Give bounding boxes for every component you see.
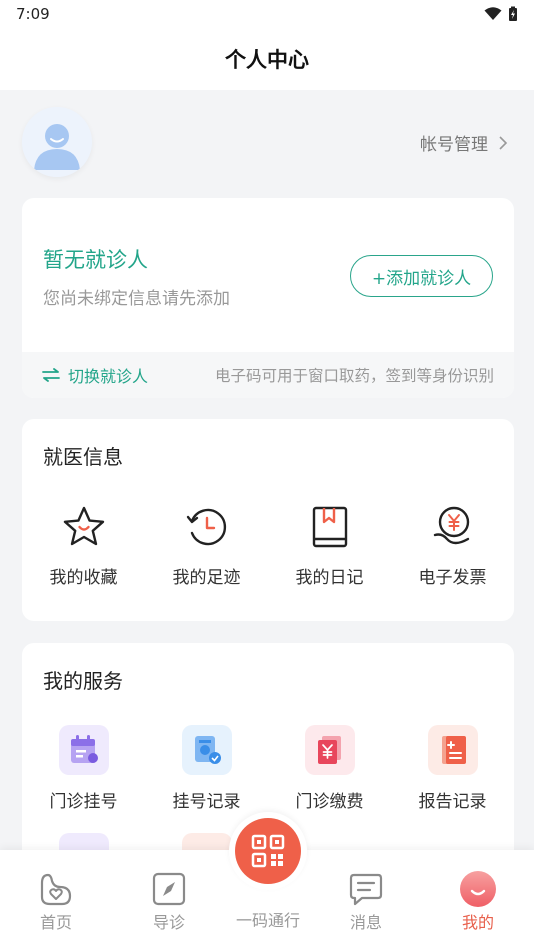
avatar-person-icon — [22, 107, 92, 177]
wifi-icon — [484, 7, 502, 20]
medical-info-grid: 我的收藏 我的足迹 我的日记 电子发票 — [22, 505, 514, 588]
ecode-hint: 电子码可用于窗口取药，签到等身份识别 — [214, 367, 494, 385]
medical-info-title: 就医信息 — [43, 445, 123, 469]
service-item-label: 挂号记录 — [172, 792, 241, 812]
qr-code-scan-button[interactable] — [229, 812, 307, 890]
service-item-registration-record[interactable]: 挂号记录 — [145, 725, 268, 812]
service-item-label: 门诊挂号 — [49, 792, 118, 812]
register-record-icon — [181, 725, 232, 775]
medical-item-label: 我的日记 — [295, 568, 364, 588]
service-item-report-record[interactable]: 报告记录 — [391, 725, 514, 812]
calendar-icon — [58, 725, 109, 775]
avatar[interactable] — [22, 107, 92, 177]
payment-icon — [304, 725, 355, 775]
status-time: 7:09 — [16, 5, 50, 23]
account-management-label: 帐号管理 — [420, 135, 488, 155]
compass-icon — [152, 872, 186, 906]
home-heart-icon — [40, 873, 72, 906]
tab-label: 首页 — [39, 913, 72, 932]
star-icon — [63, 506, 104, 546]
services-grid: 门诊挂号 挂号记录 门诊缴费 报告记录 — [22, 725, 514, 812]
bind-hint: 您尚未绑定信息请先添加 — [43, 289, 230, 309]
page-title: 个人中心 — [0, 28, 534, 90]
profile-section: 帐号管理 — [0, 90, 534, 195]
diary-book-icon — [312, 506, 347, 548]
battery-icon — [509, 6, 517, 21]
switch-arrows-icon — [42, 368, 60, 382]
medical-item-history[interactable]: 我的足迹 — [145, 505, 268, 588]
chevron-right-icon — [499, 135, 508, 150]
patient-card-footer: 切换就诊人 电子码可用于窗口取药，签到等身份识别 — [22, 352, 514, 398]
medical-item-label: 我的收藏 — [49, 568, 118, 588]
medical-item-invoice[interactable]: 电子发票 — [391, 505, 514, 588]
add-patient-button[interactable]: +添加就诊人 — [350, 255, 493, 297]
profile-icon — [460, 871, 496, 907]
switch-patient-button[interactable]: 切换就诊人 — [42, 363, 148, 387]
medical-item-label: 我的足迹 — [172, 568, 241, 588]
no-patient-title: 暂无就诊人 — [43, 248, 148, 272]
service-item-outpatient-registration[interactable]: 门诊挂号 — [22, 725, 145, 812]
tab-home[interactable]: 首页 — [6, 850, 106, 950]
tab-guide[interactable]: 导诊 — [119, 850, 219, 950]
patient-card: 暂无就诊人 您尚未绑定信息请先添加 +添加就诊人 切换就诊人 电子码可用于窗口取… — [22, 198, 514, 398]
history-clock-icon — [186, 508, 226, 546]
tab-label: 我的 — [461, 913, 494, 932]
switch-patient-label: 切换就诊人 — [68, 367, 149, 386]
service-item-label: 门诊缴费 — [295, 792, 364, 812]
my-services-title: 我的服务 — [43, 669, 123, 693]
medical-item-diary[interactable]: 我的日记 — [268, 505, 391, 588]
tab-label: 导诊 — [152, 913, 185, 932]
tab-mine[interactable]: 我的 — [428, 850, 528, 950]
medical-info-card: 就医信息 我的收藏 我的足迹 我的日记 电子发票 — [22, 419, 514, 621]
status-icons — [484, 6, 518, 22]
bottom-tab-bar: 首页 导诊 一码通行 消息 我的 — [0, 812, 534, 950]
tab-label: 消息 — [349, 913, 382, 932]
report-icon — [427, 725, 478, 775]
service-item-label: 报告记录 — [418, 792, 487, 812]
tab-label-qr-pass[interactable]: 一码通行 — [218, 907, 318, 931]
account-management-link[interactable]: 帐号管理 — [420, 130, 508, 155]
service-item-outpatient-payment[interactable]: 门诊缴费 — [268, 725, 391, 812]
invoice-yen-icon — [433, 506, 469, 545]
status-bar: 7:09 — [0, 0, 534, 28]
medical-item-favorites[interactable]: 我的收藏 — [22, 505, 145, 588]
qr-code-icon — [251, 834, 285, 868]
tab-messages[interactable]: 消息 — [316, 850, 416, 950]
message-icon — [349, 873, 383, 906]
medical-item-label: 电子发票 — [418, 568, 487, 588]
